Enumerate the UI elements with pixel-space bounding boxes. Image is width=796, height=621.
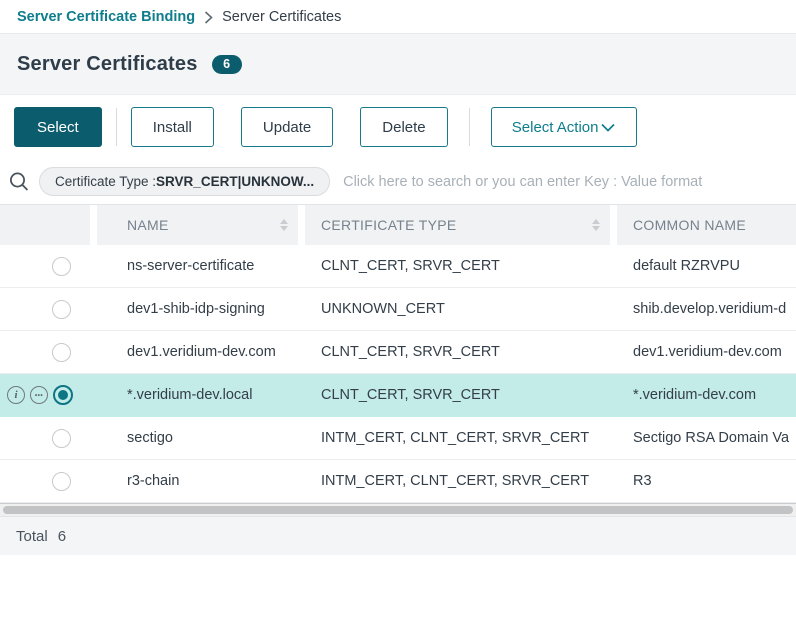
column-header-certificate-type-label: CERTIFICATE TYPE	[321, 217, 457, 233]
cell-name: dev1.veridium-dev.com	[97, 344, 305, 360]
cell-name: sectigo	[97, 430, 305, 446]
cell-certificate-type: INTM_CERT, CLNT_CERT, SRVR_CERT	[305, 430, 617, 446]
horizontal-scrollbar[interactable]	[0, 504, 796, 516]
row-radio-selected[interactable]	[53, 385, 73, 405]
cell-common-name: dev1.veridium-dev.com	[617, 344, 796, 360]
row-select-cell	[0, 429, 97, 448]
column-header-common-name[interactable]: COMMON NAME	[617, 205, 796, 245]
select-button[interactable]: Select	[14, 107, 102, 147]
column-header-common-name-label: COMMON NAME	[633, 217, 746, 233]
filter-chip-value: SRVR_CERT|UNKNOW...	[156, 174, 314, 189]
update-button[interactable]: Update	[241, 107, 333, 147]
table-row[interactable]: r3-chainINTM_CERT, CLNT_CERT, SRVR_CERTR…	[0, 460, 796, 503]
count-badge: 6	[212, 55, 242, 74]
row-radio[interactable]	[52, 300, 71, 319]
search-input-placeholder[interactable]: Click here to search or you can enter Ke…	[343, 174, 702, 190]
cell-common-name: R3	[617, 473, 796, 489]
search-icon	[8, 171, 30, 193]
certificates-table: ns-server-certificateCLNT_CERT, SRVR_CER…	[0, 245, 796, 503]
horizontal-scrollbar-thumb[interactable]	[3, 506, 793, 514]
column-header-name[interactable]: NAME	[97, 205, 298, 245]
ellipsis-menu-icon[interactable]: •••	[30, 386, 48, 404]
toolbar: Select Install Update Delete Select Acti…	[0, 95, 796, 159]
table-row[interactable]: sectigoINTM_CERT, CLNT_CERT, SRVR_CERTSe…	[0, 417, 796, 460]
breadcrumb-link-server-certificate-binding[interactable]: Server Certificate Binding	[17, 9, 195, 25]
row-radio[interactable]	[52, 429, 71, 448]
cell-name: ns-server-certificate	[97, 258, 305, 274]
column-header-name-label: NAME	[127, 217, 169, 233]
column-header-select	[0, 205, 90, 245]
breadcrumb: Server Certificate Binding Server Certif…	[0, 0, 796, 34]
cell-certificate-type: CLNT_CERT, SRVR_CERT	[305, 258, 617, 274]
search-bar[interactable]: Certificate Type : SRVR_CERT|UNKNOW... C…	[0, 159, 796, 205]
footer-bar: Total 6	[0, 516, 796, 555]
cell-common-name: default RZRVPU	[617, 258, 796, 274]
chevron-right-icon	[204, 11, 213, 24]
cell-name: r3-chain	[97, 473, 305, 489]
cell-name: *.veridium-dev.local	[97, 387, 305, 403]
row-radio[interactable]	[52, 343, 71, 362]
cell-common-name: *.veridium-dev.com	[617, 387, 796, 403]
install-button[interactable]: Install	[131, 107, 214, 147]
table-row[interactable]: ns-server-certificateCLNT_CERT, SRVR_CER…	[0, 245, 796, 288]
chevron-down-icon	[601, 123, 615, 132]
info-icon[interactable]: i	[7, 386, 25, 404]
delete-button[interactable]: Delete	[360, 107, 447, 147]
toolbar-divider	[469, 108, 470, 146]
cell-certificate-type: CLNT_CERT, SRVR_CERT	[305, 387, 617, 403]
row-select-cell: i •••	[0, 385, 97, 405]
toolbar-divider	[116, 108, 117, 146]
row-select-cell	[0, 300, 97, 319]
page-title: Server Certificates	[17, 53, 198, 76]
row-select-cell	[0, 343, 97, 362]
breadcrumb-current: Server Certificates	[222, 9, 341, 25]
table-row[interactable]: i ••• *.veridium-dev.localCLNT_CERT, SRVR_…	[0, 374, 796, 417]
select-action-dropdown[interactable]: Select Action	[491, 107, 637, 147]
table-header: NAME CERTIFICATE TYPE COMMON NAME	[0, 205, 796, 245]
total-value: 6	[58, 528, 66, 545]
column-header-certificate-type[interactable]: CERTIFICATE TYPE	[305, 205, 610, 245]
cell-common-name: Sectigo RSA Domain Va	[617, 430, 796, 446]
sort-icon[interactable]	[592, 219, 600, 231]
row-radio[interactable]	[52, 257, 71, 276]
select-action-label: Select Action	[512, 119, 599, 136]
row-radio[interactable]	[52, 472, 71, 491]
cell-name: dev1-shib-idp-signing	[97, 301, 305, 317]
sort-icon[interactable]	[280, 219, 288, 231]
table-row[interactable]: dev1-shib-idp-signingUNKNOWN_CERTshib.de…	[0, 288, 796, 331]
title-bar: Server Certificates 6	[0, 34, 796, 95]
cell-common-name: shib.develop.veridium-d	[617, 301, 796, 317]
row-select-cell	[0, 257, 97, 276]
table-row[interactable]: dev1.veridium-dev.comCLNT_CERT, SRVR_CER…	[0, 331, 796, 374]
cell-certificate-type: INTM_CERT, CLNT_CERT, SRVR_CERT	[305, 473, 617, 489]
row-select-cell	[0, 472, 97, 491]
filter-chip-key: Certificate Type :	[55, 174, 156, 189]
cell-certificate-type: UNKNOWN_CERT	[305, 301, 617, 317]
total-label: Total	[16, 528, 48, 545]
filter-chip-certificate-type[interactable]: Certificate Type : SRVR_CERT|UNKNOW...	[39, 167, 330, 196]
cell-certificate-type: CLNT_CERT, SRVR_CERT	[305, 344, 617, 360]
